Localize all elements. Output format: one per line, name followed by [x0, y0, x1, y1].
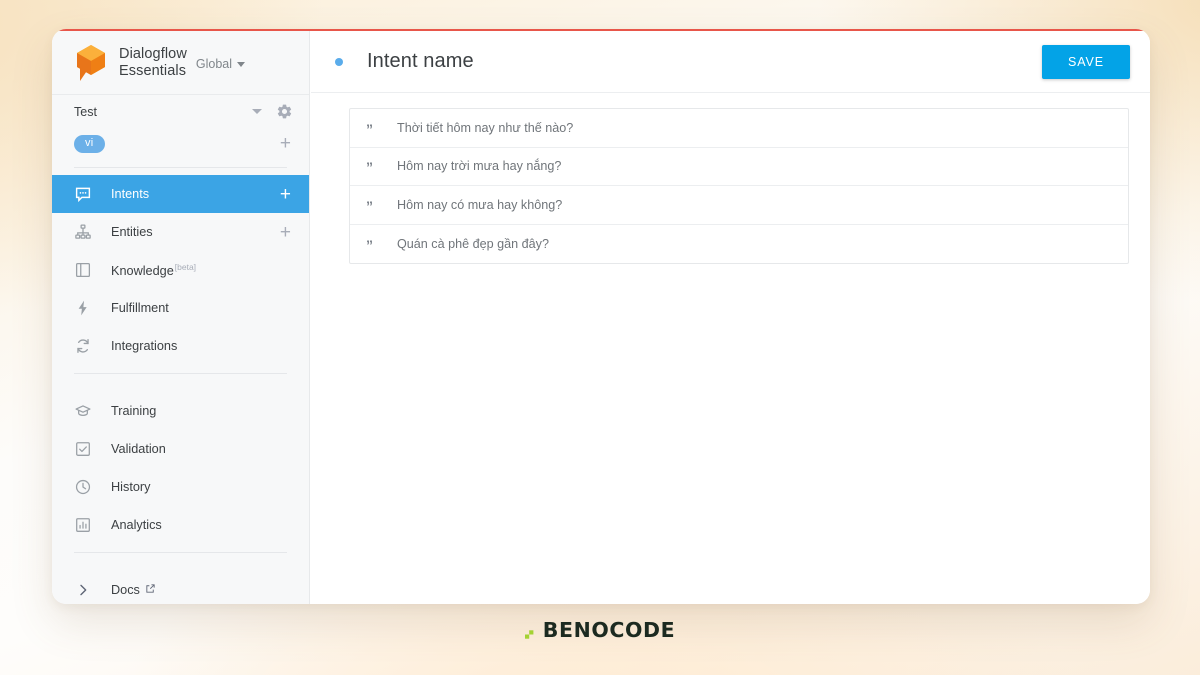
training-phrase-text: Hôm nay có mưa hay không?	[397, 197, 563, 212]
sidebar-item-label: Integrations	[111, 339, 178, 353]
benocode-accent-icon	[524, 626, 538, 639]
sidebar-item-knowledge[interactable]: Knowledge[beta]	[52, 251, 309, 289]
sidebar-divider	[74, 167, 287, 168]
caret-down-icon	[237, 61, 246, 67]
dialogflow-cube-icon	[74, 43, 108, 83]
clock-icon	[74, 478, 92, 496]
sidebar-item-label: Knowledge[beta]	[111, 262, 291, 278]
page-root: Dialogflow Essentials Global Test vi + I…	[0, 0, 1200, 675]
region-selector[interactable]: Global	[195, 54, 246, 71]
caret-down-icon[interactable]	[252, 109, 262, 114]
app-card: Dialogflow Essentials Global Test vi + I…	[52, 29, 1150, 604]
quote-icon: ”	[366, 159, 373, 176]
sidebar-item-label: Docs	[111, 583, 291, 597]
sidebar-divider	[74, 373, 287, 374]
sidebar-item-label: Analytics	[111, 518, 162, 532]
training-phrase-row[interactable]: ” Hôm nay có mưa hay không?	[350, 186, 1128, 225]
sidebar-item-label: Intents	[111, 187, 150, 201]
book-icon	[74, 261, 92, 279]
sidebar-item-intents[interactable]: Intents +	[52, 175, 309, 213]
training-phrase-row[interactable]: ” Hôm nay trời mưa hay nắng?	[350, 148, 1128, 186]
external-link-icon	[145, 583, 156, 597]
agent-name: Test	[74, 104, 97, 119]
intent-header: Intent name SAVE	[311, 31, 1150, 93]
sidebar-item-docs[interactable]: Docs	[52, 571, 309, 604]
sidebar-item-analytics[interactable]: Analytics	[52, 506, 309, 544]
docs-text: Docs	[111, 583, 140, 597]
quote-icon: ”	[366, 120, 373, 137]
sidebar-item-label: Training	[111, 404, 157, 418]
speech-bubble-icon	[74, 185, 92, 203]
region-label: Global	[195, 57, 233, 71]
hierarchy-icon	[74, 223, 92, 241]
quote-icon: ”	[366, 197, 373, 214]
sidebar-item-integrations[interactable]: Integrations	[52, 327, 309, 365]
sidebar-item-label: Entities	[111, 225, 153, 239]
sidebar-item-entities[interactable]: Entities +	[52, 213, 309, 251]
brand-name: Dialogflow Essentials	[119, 46, 187, 79]
footer-branding: BENOCODE	[0, 618, 1200, 642]
sidebar-item-label: Validation	[111, 442, 166, 456]
knowledge-text: Knowledge	[111, 264, 174, 279]
add-language-plus-icon[interactable]: +	[280, 134, 291, 153]
page-title[interactable]: Intent name	[367, 50, 1042, 73]
sidebar: Dialogflow Essentials Global Test vi + I…	[52, 31, 310, 604]
brand-name-line1: Dialogflow	[119, 46, 187, 62]
save-button[interactable]: SAVE	[1041, 44, 1130, 79]
sidebar-item-fulfillment[interactable]: Fulfillment	[52, 289, 309, 327]
footer-brand-text: BENOCODE	[542, 618, 676, 642]
status-dot-icon	[335, 57, 343, 66]
main-panel: Intent name SAVE ” Thời tiết hôm nay như…	[311, 31, 1150, 604]
training-phrase-text: Thời tiết hôm nay như thế nào?	[397, 120, 574, 135]
agent-selector-row[interactable]: Test	[52, 95, 309, 128]
sidebar-item-label: Fulfillment	[111, 301, 169, 315]
chevron-right-icon	[74, 581, 92, 599]
training-phrase-text: Hôm nay trời mưa hay nắng?	[397, 159, 562, 174]
brand-header[interactable]: Dialogflow Essentials Global	[52, 31, 309, 95]
lightning-bolt-icon	[74, 299, 92, 317]
checkbox-icon	[74, 440, 92, 458]
gear-icon[interactable]	[276, 103, 293, 120]
sidebar-item-training[interactable]: Training	[52, 392, 309, 430]
sidebar-item-validation[interactable]: Validation	[52, 430, 309, 468]
refresh-arrows-icon	[74, 337, 92, 355]
language-chip-vi[interactable]: vi	[74, 134, 105, 153]
add-entity-plus-icon[interactable]: +	[280, 223, 291, 242]
training-phrase-row[interactable]: ” Quán cà phê đẹp gần đây?	[350, 225, 1128, 264]
quote-icon: ”	[366, 236, 373, 253]
bar-chart-icon	[74, 516, 92, 534]
brand-name-line2: Essentials	[119, 62, 187, 79]
training-phrases-list: ” Thời tiết hôm nay như thế nào? ” Hôm n…	[349, 108, 1129, 264]
sidebar-item-history[interactable]: History	[52, 468, 309, 506]
beta-badge: [beta]	[174, 261, 197, 272]
training-phrase-row[interactable]: ” Thời tiết hôm nay như thế nào?	[350, 109, 1128, 148]
sidebar-divider	[74, 552, 287, 553]
training-phrase-text: Quán cà phê đẹp gần đây?	[397, 236, 549, 251]
language-row: vi +	[52, 128, 309, 159]
add-intent-plus-icon[interactable]: +	[280, 185, 291, 204]
sidebar-item-label: History	[111, 480, 151, 494]
graduation-cap-icon	[74, 402, 92, 420]
